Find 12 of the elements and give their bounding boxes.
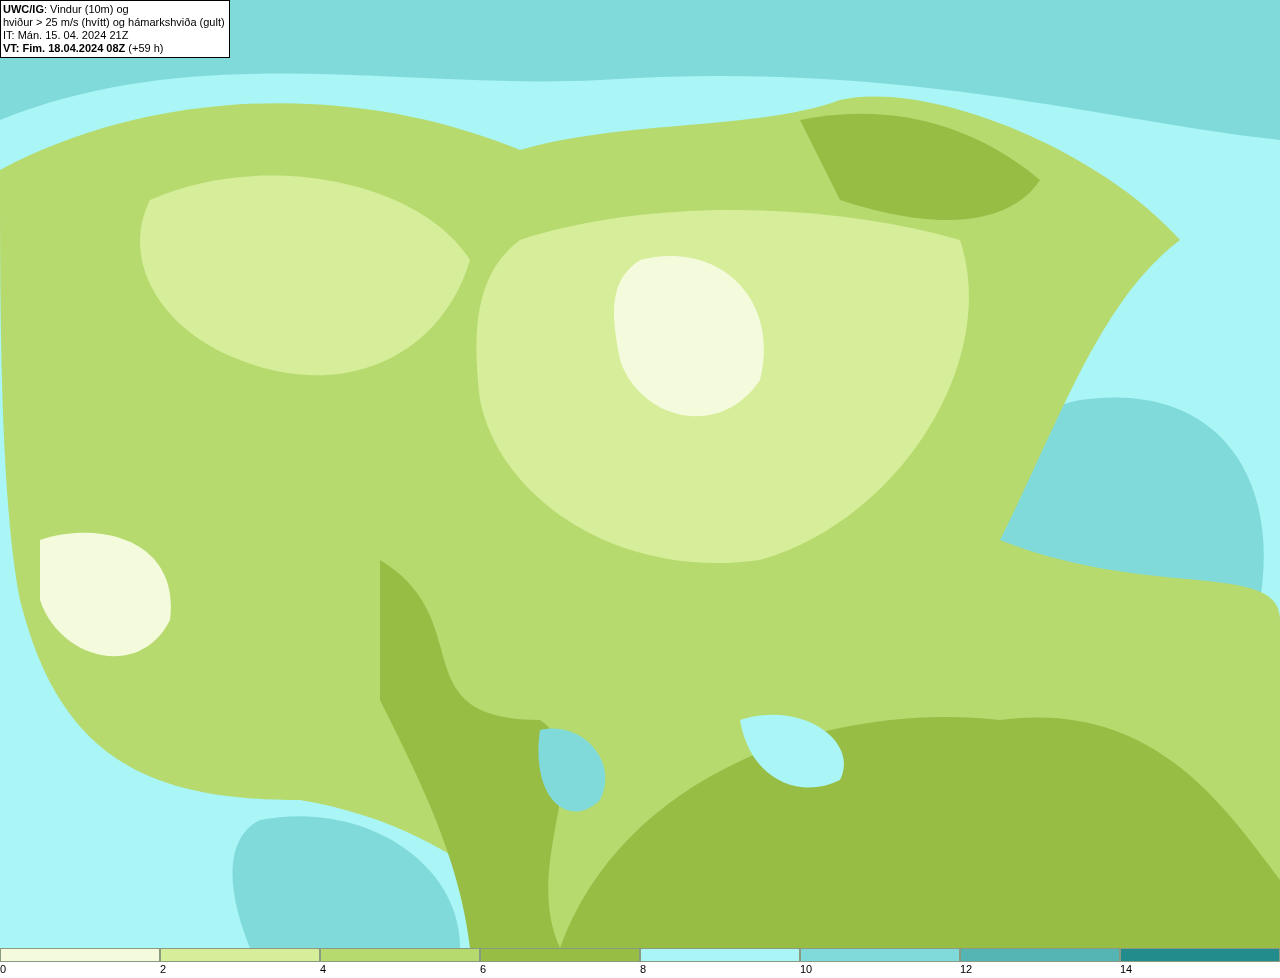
title-line: VT: Fim. 18.04.2024 08Z (+59 h) [3, 42, 165, 55]
legend-tick-label: 12 [960, 962, 973, 977]
title-line: hviður > 25 m/s (hvítt) og hámarkshviða (gult) [3, 16, 225, 29]
legend-tick-label: 10 [800, 962, 813, 977]
legend-tick-label: 8 [640, 962, 647, 977]
legend-tick-label: 2 [160, 962, 167, 977]
legend-tick-label: 0 [0, 962, 7, 977]
title-line: IT: Mán. 15. 04. 2024 21Z [3, 29, 130, 42]
legend-tick-label: 6 [480, 962, 487, 977]
title-line: UWC/IG: Vindur (10m) og [3, 3, 130, 16]
legend-tick-label: 4 [320, 962, 327, 977]
legend-tick-label: 14 [1120, 962, 1133, 977]
